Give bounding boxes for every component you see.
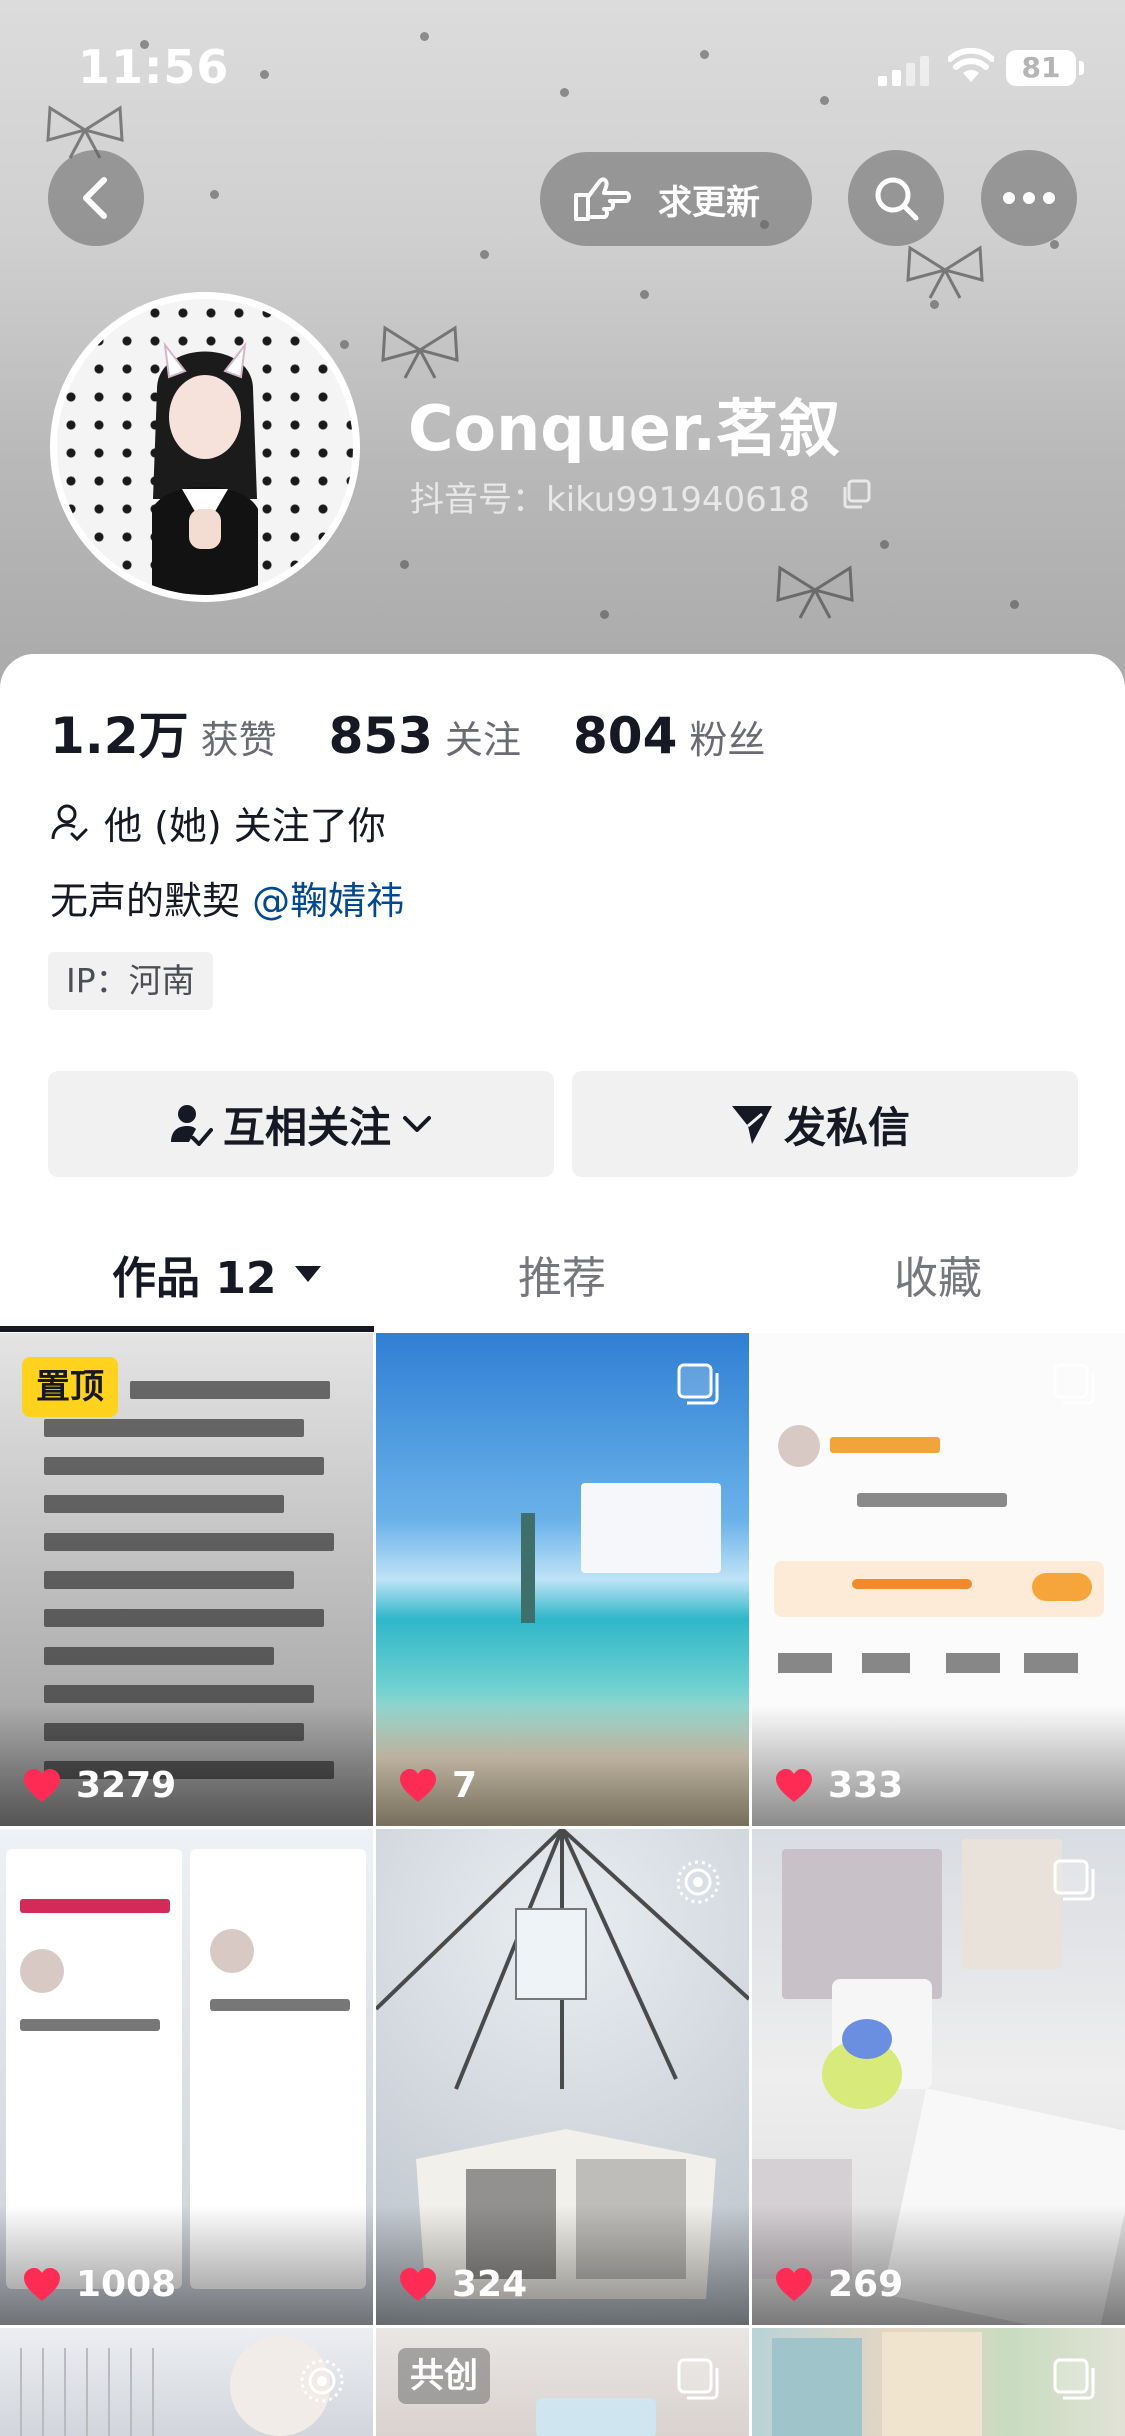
send-message-button[interactable]: 发私信 (572, 1071, 1078, 1177)
like-count-text: 7 (452, 1765, 478, 1806)
heart-icon (400, 1768, 436, 1802)
content-tabs: 作品 12 推荐 收藏 (0, 1220, 1125, 1330)
live-photo-icon (300, 2359, 344, 2403)
caret-down-icon (294, 1266, 321, 1282)
status-bar: 11:56 81 (0, 0, 1125, 132)
following-count[interactable]: 853 (329, 707, 433, 765)
like-count-text: 324 (452, 2264, 528, 2305)
user-check-icon (51, 804, 88, 841)
video-like-count: 269 (774, 2264, 903, 2305)
followers-label[interactable]: 粉丝 (689, 709, 765, 764)
request-update-label: 求更新 (658, 182, 760, 223)
video-like-count: 7 (398, 1765, 477, 1806)
user-mutual-icon (170, 1105, 213, 1146)
profile-stats: 1.2万 获赞 853 关注 804 粉丝 (50, 696, 817, 766)
battery-icon: 81 (1006, 50, 1076, 86)
live-photo-icon (676, 1860, 720, 1904)
video-card[interactable]: 333 (752, 1333, 1125, 1826)
wifi-icon (948, 48, 994, 82)
tab-recommend[interactable]: 推荐 (518, 1242, 606, 1306)
heart-icon (776, 2267, 812, 2301)
video-like-count: 1008 (22, 2264, 176, 2305)
multi-image-icon (1053, 1859, 1095, 1901)
likes-label: 获赞 (200, 718, 277, 762)
multi-image-icon (301, 1859, 343, 1901)
chevron-left-icon (83, 177, 107, 219)
video-card[interactable] (752, 2328, 1125, 2436)
hand-point-icon (574, 177, 631, 221)
multi-image-icon (1053, 2358, 1095, 2400)
tab-works[interactable]: 作品 12 (112, 1242, 323, 1306)
like-count-text: 333 (828, 1765, 904, 1806)
tab-works-label: 作品 12 (112, 1253, 277, 1304)
video-like-count: 333 (774, 1765, 903, 1806)
video-card[interactable]: 269 (752, 1829, 1125, 2325)
multi-image-icon (1053, 1363, 1095, 1405)
mutual-follow-button[interactable]: 互相关注 (48, 1071, 554, 1177)
active-tab-indicator (0, 1326, 374, 1332)
video-card[interactable]: 324 (376, 1829, 749, 2325)
mutual-follow-label: 互相关注 (222, 1102, 391, 1152)
followers-count[interactable]: 804 (573, 707, 677, 765)
video-card[interactable]: 1008 (0, 1829, 373, 2325)
heart-icon (24, 1768, 60, 1802)
copy-icon[interactable] (840, 478, 872, 510)
bio-mention-link[interactable]: @鞠婧祎 (252, 879, 404, 923)
battery-tip (1079, 61, 1084, 75)
heart-icon (776, 1768, 812, 1802)
chevron-down-icon (403, 1116, 431, 1132)
like-count-text: 3279 (76, 1765, 177, 1806)
video-like-count: 324 (398, 2264, 527, 2305)
heart-icon (400, 2267, 436, 2301)
pinned-badge: 置顶 (22, 1357, 118, 1417)
avatar[interactable] (50, 292, 360, 602)
video-card[interactable] (0, 2328, 373, 2436)
send-icon (731, 1106, 772, 1144)
more-dots-icon (1003, 192, 1055, 204)
video-card[interactable]: 7 (376, 1333, 749, 1826)
avatar-image (57, 299, 353, 595)
following-label[interactable]: 关注 (445, 709, 521, 764)
more-button[interactable] (981, 150, 1077, 246)
status-time: 11:56 (78, 40, 230, 94)
heart-icon (24, 2267, 60, 2301)
bio: 无声的默契 @鞠婧祎 (50, 870, 404, 925)
nickname: Conquer.茗叙 (408, 392, 841, 465)
video-like-count: 3279 (22, 1765, 176, 1806)
follows-you-row: 他 (她) 关注了你 (50, 795, 386, 850)
follows-you-text: 他 (她) 关注了你 (104, 804, 386, 848)
like-count-text: 269 (828, 2264, 904, 2305)
video-card[interactable]: 共创 (376, 2328, 749, 2436)
cellular-signal-icon (878, 56, 929, 86)
tab-favorites[interactable]: 收藏 (894, 1242, 982, 1306)
search-button[interactable] (848, 150, 944, 246)
ip-location-tag: IP：河南 (48, 952, 213, 1010)
co-create-badge: 共创 (398, 2348, 490, 2404)
bio-text: 无声的默契 (50, 879, 253, 923)
like-count-text: 1008 (76, 2264, 177, 2305)
video-card[interactable]: 置顶 3279 (0, 1333, 373, 1826)
multi-image-icon (677, 1363, 719, 1405)
back-button[interactable] (48, 150, 144, 246)
search-icon (875, 177, 919, 221)
send-message-label: 发私信 (783, 1102, 910, 1152)
likes-count: 1.2万 (50, 707, 189, 765)
douyin-id: 抖音号：kiku991940618 (410, 480, 811, 520)
request-update-button[interactable]: 求更新 (540, 152, 812, 246)
multi-image-icon (677, 2358, 719, 2400)
